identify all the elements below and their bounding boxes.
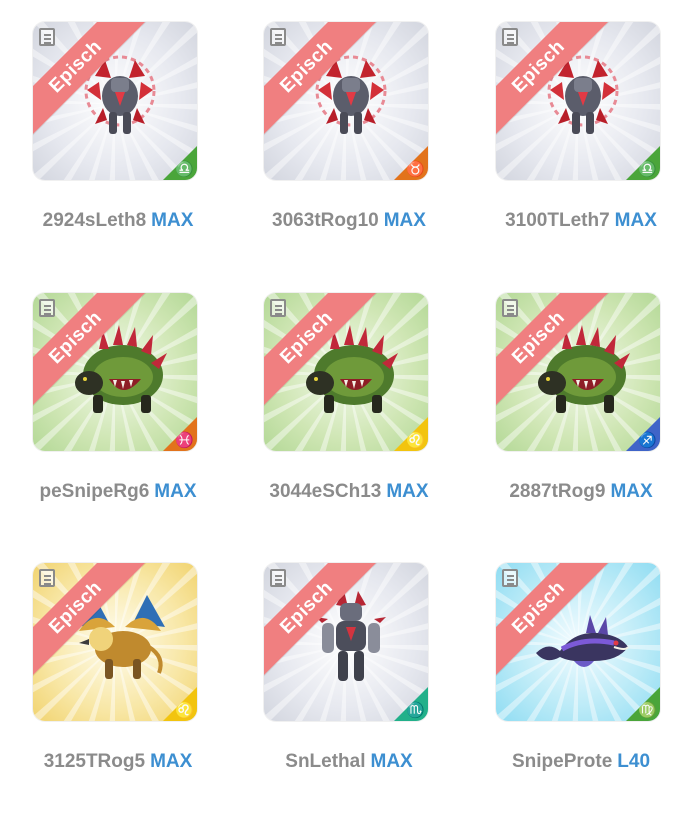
monster-label: peSnipeRg6 MAX (3, 481, 233, 503)
monster-card[interactable]: Episch ♐ (496, 293, 660, 451)
monster-level: MAX (610, 481, 653, 502)
monster-label: 3100TLeth7 MAX (466, 210, 693, 232)
monster-level: MAX (383, 210, 426, 231)
clipboard-icon[interactable] (270, 569, 286, 587)
monster-card[interactable]: Episch ♍ (496, 563, 660, 721)
monster-label: 3063tRog10 MAX (234, 210, 464, 232)
monster-card[interactable]: Episch ♎ (33, 22, 197, 180)
clipboard-icon[interactable] (270, 299, 286, 317)
clipboard-icon[interactable] (39, 569, 55, 587)
clipboard-icon[interactable] (39, 299, 55, 317)
monster-name: 3044eSCh13 (269, 481, 382, 502)
monster-card-item[interactable]: Episch ♎ 3100TLeth7 MAX (496, 22, 693, 282)
monster-label: SnipeProte L40 (466, 751, 693, 773)
monster-card[interactable]: Episch ♓ (33, 293, 197, 451)
monster-level: MAX (614, 210, 657, 231)
monster-name: SnipeProte (511, 751, 613, 772)
monster-name: 3125TRog5 (43, 751, 146, 772)
clipboard-icon[interactable] (270, 28, 286, 46)
monster-level: MAX (386, 481, 429, 502)
monster-grid: Episch ♎ 2924sLeth8 MAX Episch ♉ 3063tRo… (0, 0, 693, 800)
monster-level: L40 (617, 751, 651, 772)
monster-level: MAX (370, 751, 413, 772)
monster-name: 3063tRog10 (272, 210, 379, 231)
monster-name: peSnipeRg6 (39, 481, 150, 502)
monster-level: MAX (151, 210, 194, 231)
clipboard-icon[interactable] (502, 569, 518, 587)
monster-card-item[interactable]: Episch ♎ 2924sLeth8 MAX (33, 22, 263, 282)
monster-card[interactable]: Episch ♏ (264, 563, 428, 721)
monster-name: 3100TLeth7 (505, 210, 610, 231)
monster-label: 2887tRog9 MAX (466, 481, 693, 503)
monster-name: 2887tRog9 (509, 481, 606, 502)
monster-name: 2924sLeth8 (42, 210, 147, 231)
monster-label: 3044eSCh13 MAX (234, 481, 464, 503)
monster-level: MAX (150, 751, 193, 772)
monster-card-item[interactable]: Episch ♌ 3044eSCh13 MAX (264, 293, 494, 553)
monster-label: SnLethal MAX (234, 751, 464, 773)
monster-name: SnLethal (285, 751, 366, 772)
monster-card-item[interactable]: Episch ♌ 3125TRog5 MAX (33, 563, 263, 823)
monster-card[interactable]: Episch ♎ (496, 22, 660, 180)
monster-label: 3125TRog5 MAX (3, 751, 233, 773)
monster-card[interactable]: Episch ♌ (264, 293, 428, 451)
clipboard-icon[interactable] (502, 299, 518, 317)
monster-card-item[interactable]: Episch ♏ SnLethal MAX (264, 563, 494, 823)
monster-card[interactable]: Episch ♌ (33, 563, 197, 721)
monster-card-item[interactable]: Episch ♍ SnipeProte L40 (496, 563, 693, 823)
clipboard-icon[interactable] (502, 28, 518, 46)
monster-card-item[interactable]: Episch ♐ 2887tRog9 MAX (496, 293, 693, 553)
monster-card[interactable]: Episch ♉ (264, 22, 428, 180)
clipboard-icon[interactable] (39, 28, 55, 46)
monster-label: 2924sLeth8 MAX (3, 210, 233, 232)
monster-level: MAX (154, 481, 197, 502)
monster-card-item[interactable]: Episch ♉ 3063tRog10 MAX (264, 22, 494, 282)
monster-card-item[interactable]: Episch ♓ peSnipeRg6 MAX (33, 293, 263, 553)
